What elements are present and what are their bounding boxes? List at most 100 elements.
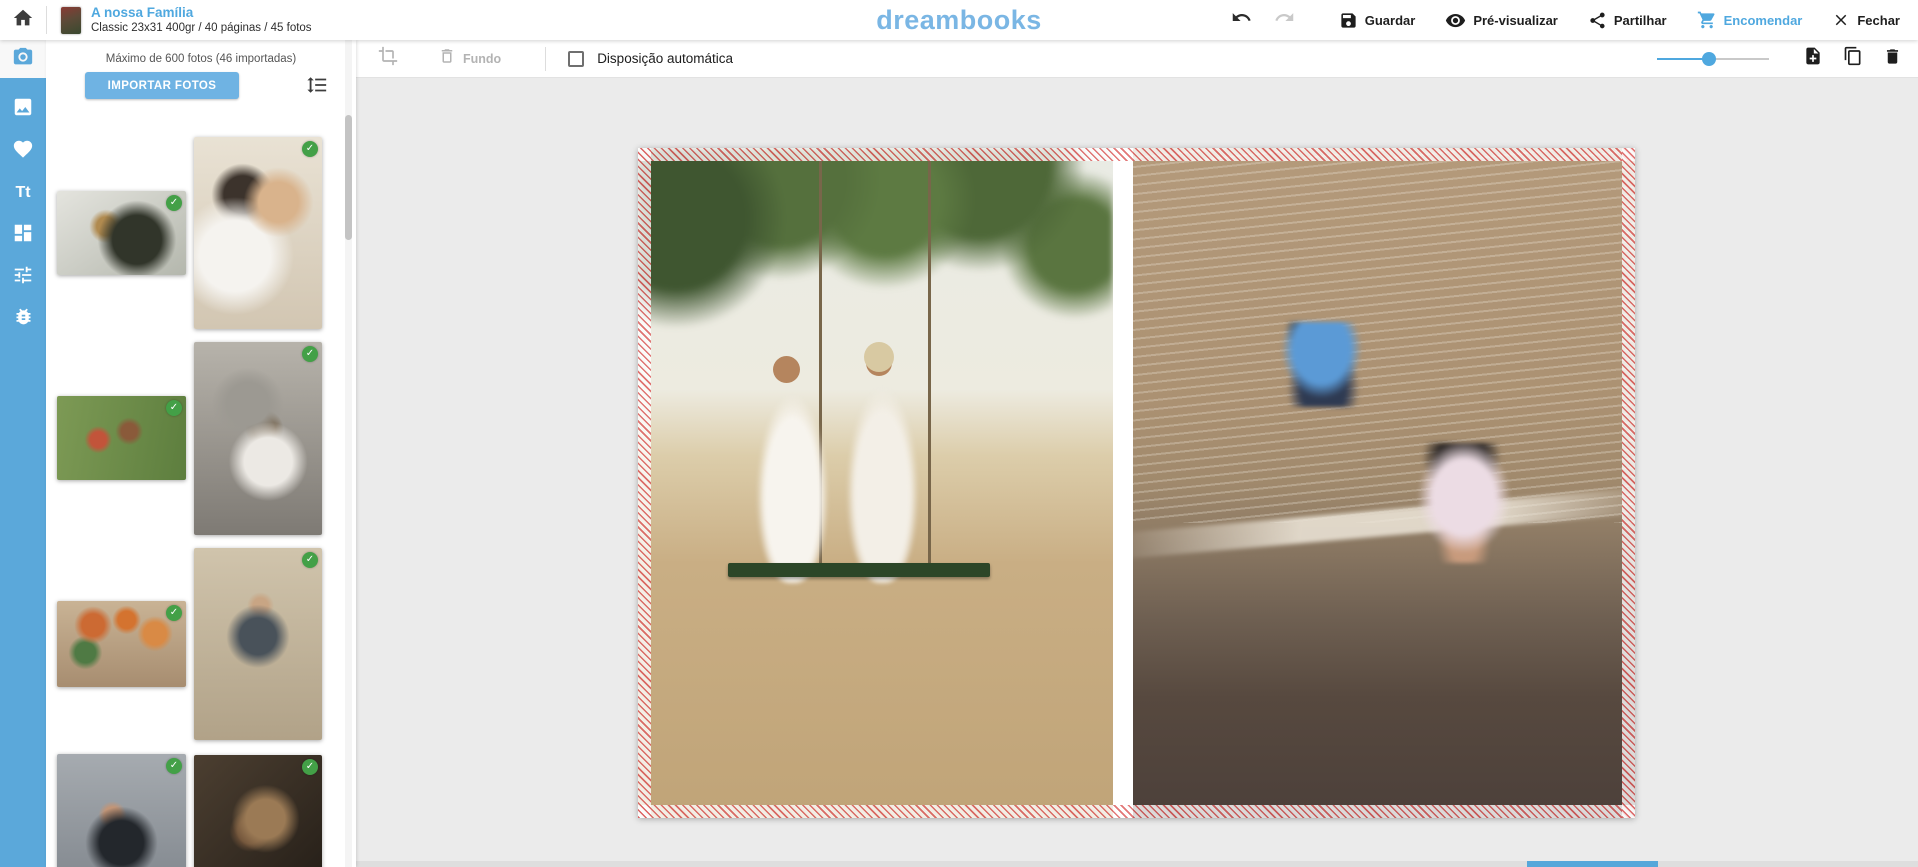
bottom-bar-button-peek[interactable] bbox=[1527, 861, 1658, 867]
selected-check-badge: ✓ bbox=[302, 552, 318, 568]
selected-check-badge: ✓ bbox=[166, 758, 182, 774]
crop-button[interactable] bbox=[378, 46, 398, 71]
preview-button[interactable]: Pré-visualizar bbox=[1445, 10, 1558, 31]
left-page-photo[interactable] bbox=[638, 148, 1113, 818]
sidebar-tab-settings[interactable] bbox=[0, 266, 46, 288]
undo-icon[interactable] bbox=[1231, 7, 1252, 33]
sort-order-button[interactable] bbox=[304, 74, 330, 98]
save-button[interactable]: Guardar bbox=[1339, 11, 1416, 30]
bug-icon bbox=[13, 306, 34, 332]
share-label: Partilhar bbox=[1614, 13, 1667, 28]
sidebar-tab-text[interactable]: Tt bbox=[0, 182, 46, 204]
sort-order-icon bbox=[306, 74, 328, 99]
book-spread bbox=[638, 148, 1635, 818]
photos-scrollbar-thumb[interactable] bbox=[345, 115, 352, 240]
topbar-divider bbox=[46, 6, 47, 34]
photo-detail-figure bbox=[773, 356, 800, 383]
zoom-slider-fill bbox=[1657, 58, 1709, 60]
selected-check-badge: ✓ bbox=[302, 759, 318, 775]
zoom-slider[interactable] bbox=[1657, 52, 1769, 66]
editor-column: Fundo Disposição automática bbox=[356, 40, 1918, 867]
remove-background-button[interactable]: Fundo bbox=[438, 47, 501, 70]
save-label: Guardar bbox=[1365, 13, 1416, 28]
photo-detail-swing-seat bbox=[728, 563, 989, 577]
photo-limit-text: Máximo de 600 fotos (46 importadas) bbox=[46, 40, 356, 65]
left-icon-sidebar: Tt bbox=[0, 40, 46, 867]
photo-thumbnail[interactable]: ✓ bbox=[57, 754, 186, 867]
add-page-icon bbox=[1803, 46, 1823, 71]
selected-check-badge: ✓ bbox=[302, 141, 318, 157]
trash-icon bbox=[1883, 47, 1902, 71]
photo-thumbnail[interactable]: ✓ bbox=[57, 191, 186, 275]
sidebar-tab-backgrounds[interactable] bbox=[0, 98, 46, 120]
toolbar-divider bbox=[545, 47, 546, 71]
text-icon: Tt bbox=[15, 185, 30, 201]
zoom-slider-thumb[interactable] bbox=[1702, 52, 1716, 66]
photo-detail-figure bbox=[757, 396, 828, 584]
import-photos-button[interactable]: IMPORTAR FOTOS bbox=[85, 72, 239, 99]
project-info: A nossa Família Classic 23x31 400gr / 40… bbox=[91, 5, 312, 35]
image-icon bbox=[12, 96, 34, 123]
photos-panel: Máximo de 600 fotos (46 importadas) IMPO… bbox=[46, 40, 356, 867]
crop-icon bbox=[378, 46, 398, 71]
project-title[interactable]: A nossa Família bbox=[91, 5, 312, 21]
history-controls bbox=[1231, 7, 1295, 33]
add-page-button[interactable] bbox=[1803, 46, 1823, 71]
topbar-actions: Guardar Pré-visualizar Partilhar Encomen… bbox=[1231, 7, 1918, 33]
heart-icon bbox=[12, 138, 34, 165]
home-icon bbox=[12, 7, 34, 34]
right-page-photo[interactable] bbox=[1133, 148, 1635, 818]
share-button[interactable]: Partilhar bbox=[1588, 11, 1667, 30]
camera-icon bbox=[12, 46, 34, 73]
auto-layout-label: Disposição automática bbox=[597, 51, 733, 66]
editor-toolbar: Fundo Disposição automática bbox=[356, 40, 1918, 78]
close-icon bbox=[1832, 11, 1850, 29]
save-icon bbox=[1339, 11, 1358, 30]
layout-icon bbox=[12, 222, 34, 249]
photo-detail-figure bbox=[847, 389, 918, 583]
close-button[interactable]: Fechar bbox=[1832, 11, 1900, 29]
selected-check-badge: ✓ bbox=[166, 195, 182, 211]
photo-thumbnail[interactable]: ✓ bbox=[194, 548, 322, 740]
photo-detail-rope bbox=[928, 148, 931, 570]
share-icon bbox=[1588, 11, 1607, 30]
order-button[interactable]: Encomendar bbox=[1697, 10, 1803, 30]
photo-thumbnail[interactable]: ✓ bbox=[57, 601, 186, 687]
photo-thumbnail[interactable]: ✓ bbox=[194, 755, 322, 867]
sidebar-tab-cliparts[interactable] bbox=[0, 308, 46, 330]
delete-page-button[interactable] bbox=[1883, 47, 1902, 71]
photo-thumbnail[interactable]: ✓ bbox=[194, 137, 322, 329]
sidebar-tab-layouts[interactable] bbox=[0, 224, 46, 246]
trash-outline-icon bbox=[438, 47, 456, 70]
auto-layout-control[interactable]: Disposição automática bbox=[568, 51, 733, 67]
photo-detail-water bbox=[1133, 148, 1635, 523]
canvas-area bbox=[356, 78, 1918, 867]
close-label: Fechar bbox=[1857, 13, 1900, 28]
redo-icon[interactable] bbox=[1274, 7, 1295, 33]
order-label: Encomendar bbox=[1724, 13, 1803, 28]
photo-detail-figure bbox=[1274, 322, 1369, 407]
topbar: A nossa Família Classic 23x31 400gr / 40… bbox=[0, 0, 1918, 40]
preview-label: Pré-visualizar bbox=[1473, 13, 1558, 28]
home-button[interactable] bbox=[0, 7, 46, 34]
eye-icon bbox=[1445, 10, 1466, 31]
photo-detail-figure bbox=[864, 342, 894, 372]
photo-thumbnail[interactable]: ✓ bbox=[57, 396, 186, 480]
duplicate-page-button[interactable] bbox=[1843, 46, 1863, 71]
photo-thumbnail[interactable]: ✓ bbox=[194, 342, 322, 535]
selected-check-badge: ✓ bbox=[166, 400, 182, 416]
sidebar-tab-favorites[interactable] bbox=[0, 140, 46, 162]
tune-icon bbox=[12, 264, 34, 291]
selected-check-badge: ✓ bbox=[166, 605, 182, 621]
selected-check-badge: ✓ bbox=[302, 346, 318, 362]
photo-detail-figure bbox=[1409, 443, 1519, 563]
project-cover-thumbnail[interactable] bbox=[61, 7, 81, 34]
auto-layout-checkbox[interactable] bbox=[568, 51, 584, 67]
bottom-bar-edge bbox=[356, 861, 1918, 867]
dreambooks-editor: A nossa Família Classic 23x31 400gr / 40… bbox=[0, 0, 1918, 867]
background-label: Fundo bbox=[463, 52, 501, 66]
duplicate-page-icon bbox=[1843, 46, 1863, 71]
main-area: Tt bbox=[0, 40, 1918, 867]
sidebar-tab-photos[interactable] bbox=[0, 40, 46, 78]
sidebar-items: Tt bbox=[0, 78, 46, 330]
